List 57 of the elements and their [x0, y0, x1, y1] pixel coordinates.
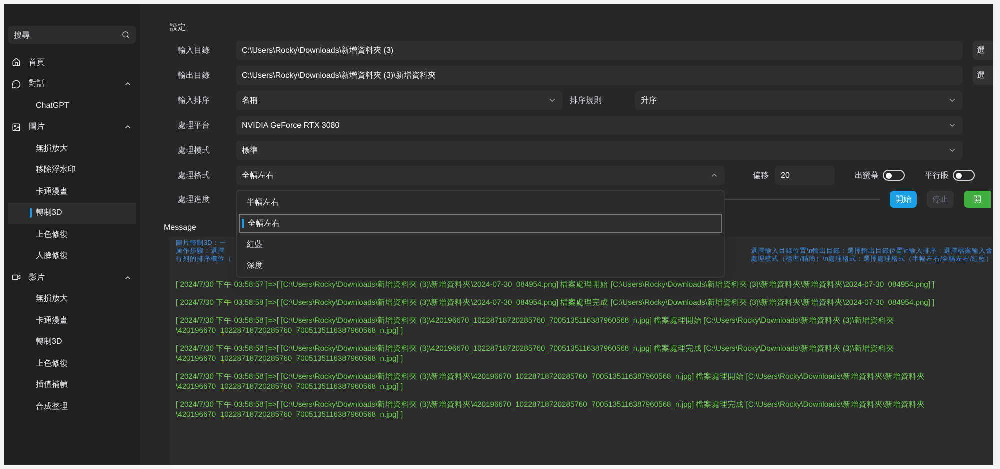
nav-item[interactable]: 轉制3D: [8, 332, 136, 353]
image-icon: [12, 122, 21, 132]
dropdown[interactable]: 升序: [635, 91, 963, 110]
nav-item[interactable]: 無損放大: [8, 288, 136, 310]
caret-icon: [548, 96, 557, 105]
caret-icon: [710, 171, 719, 180]
dropdown-option[interactable]: 深度: [239, 256, 722, 275]
search-field[interactable]: 搜尋: [8, 26, 136, 44]
nav-item[interactable]: 插值補幀: [8, 374, 136, 396]
field-label: 輸入排序: [177, 94, 211, 106]
dropdown[interactable]: 全幅左右: [236, 166, 725, 185]
nav-item[interactable]: 無損放大: [8, 138, 136, 160]
toggle-switch[interactable]: [883, 170, 905, 181]
dropdown[interactable]: 標準: [236, 141, 963, 160]
section-title: Message: [164, 222, 196, 234]
field-label: 處理進度: [177, 194, 211, 206]
dropdown-option[interactable]: 半幅左右: [239, 193, 722, 212]
caret-icon: [948, 121, 957, 130]
nav-item[interactable]: 卡通漫畫: [8, 181, 136, 202]
browse-button[interactable]: 選: [973, 66, 993, 85]
nav-item[interactable]: 人臉修復: [8, 246, 136, 267]
offset-field[interactable]: 20: [775, 166, 835, 185]
dropdown[interactable]: NVIDIA GeForce RTX 3080: [236, 116, 963, 135]
nav-item[interactable]: 上色修復: [8, 353, 136, 374]
field-label: 處理格式: [177, 170, 211, 182]
dropdown[interactable]: 名稱: [236, 91, 563, 110]
field-label: 輸出目錄: [177, 70, 211, 82]
nav-item[interactable]: 合成整理: [8, 396, 136, 418]
section-title: 設定: [170, 22, 187, 34]
nav-item[interactable]: 移除浮水印: [8, 160, 136, 181]
toggle-label: 出螢幕: [855, 170, 879, 182]
nav-item[interactable]: ChatGPT: [8, 95, 136, 116]
nav-item[interactable]: 卡通漫畫: [8, 310, 136, 332]
home-icon: [12, 58, 21, 68]
nav-group[interactable]: 圖片: [8, 116, 136, 138]
field-label: 偏移: [753, 170, 769, 182]
dropdown-option[interactable]: 全幅左右: [239, 214, 722, 233]
field-label: 處理模式: [177, 144, 211, 156]
toggle-switch[interactable]: [953, 170, 975, 181]
path-field[interactable]: C:\Users\Rocky\Downloads\新增資料夾 (3)\新增資料夾: [236, 66, 963, 85]
nav-group[interactable]: 影片: [8, 267, 136, 288]
nav-item[interactable]: 轉制3D: [8, 202, 136, 224]
browse-button[interactable]: 選: [973, 41, 993, 60]
video-camera-icon: [12, 273, 21, 282]
search-icon: [122, 31, 130, 39]
caret-icon: [948, 96, 957, 105]
field-label: 處理平台: [177, 120, 211, 132]
chat-bubble-icon: [12, 80, 21, 89]
nav-group[interactable]: 對話: [8, 74, 136, 95]
field-label: 排序規則: [569, 94, 603, 106]
dropdown-option[interactable]: 紅藍: [239, 235, 722, 254]
nav-item[interactable]: 上色修復: [8, 224, 136, 246]
caret-icon: [948, 146, 957, 155]
path-field[interactable]: C:\Users\Rocky\Downloads\新增資料夾 (3): [236, 41, 963, 60]
toggle-label: 平行眼: [925, 170, 949, 182]
nav-group[interactable]: 首頁: [8, 52, 136, 74]
field-label: 輸入目錄: [177, 44, 211, 56]
